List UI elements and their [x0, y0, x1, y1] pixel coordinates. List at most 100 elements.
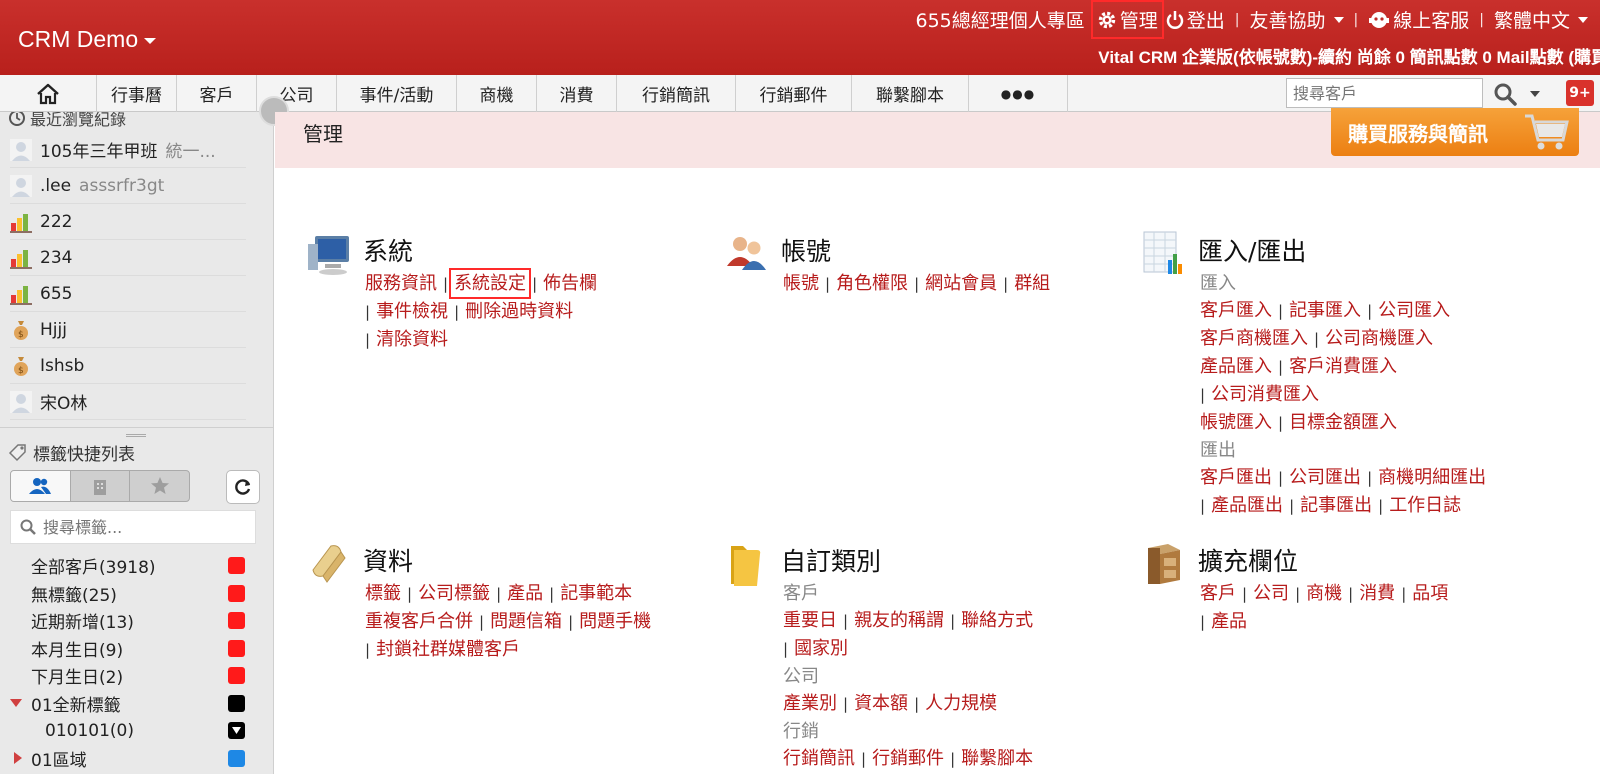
contact-scripts-link[interactable]: 聯繫腳本 [961, 748, 1033, 769]
admin-link[interactable]: 管理 [1090, 0, 1164, 39]
workforce-size-link[interactable]: 人力規模 [925, 693, 997, 714]
marketing-email-link[interactable]: 行銷郵件 [872, 748, 944, 769]
company-import-link[interactable]: 公司匯入 [1378, 300, 1450, 321]
website-members-link[interactable]: 網站會員 [925, 273, 997, 294]
plan-info[interactable]: Vital CRM 企業版(依帳號數)-續約 尚餘 0 簡訊點數 0 Mail點… [1098, 43, 1600, 68]
industries-link[interactable]: 產業別 [783, 693, 837, 714]
note-templates-link[interactable]: 記事範本 [560, 583, 632, 604]
groups-link[interactable]: 群組 [1014, 273, 1050, 294]
company-tags-link[interactable]: 公司標籤 [418, 583, 490, 604]
merge-duplicate-customers-link[interactable]: 重複客戶合併 [365, 611, 473, 632]
language-menu[interactable]: 繁體中文 [1494, 6, 1588, 33]
blocked-social-customers-link[interactable]: 封鎖社群媒體客戶 [376, 639, 520, 660]
tab-consumption[interactable]: 消費 [537, 75, 617, 112]
buy-services-button[interactable]: 購買服務與簡訊 [1331, 108, 1579, 156]
work-log-link[interactable]: 工作日誌 [1389, 495, 1461, 516]
friendly-help-menu[interactable]: 友善協助 [1250, 6, 1344, 33]
recent-item[interactable]: 234 [10, 240, 246, 276]
search-options-dropdown[interactable] [1530, 91, 1540, 97]
company-consumption-import-link[interactable]: 公司消費匯入 [1211, 384, 1319, 405]
product-fields-link[interactable]: 產品 [1211, 611, 1247, 632]
note-import-link[interactable]: 記事匯入 [1289, 300, 1361, 321]
tab-opportunities[interactable]: 商機 [457, 75, 537, 112]
tab-marketing-email[interactable]: 行銷郵件 [736, 75, 852, 112]
customer-opportunity-import-link[interactable]: 客戶商機匯入 [1200, 328, 1308, 349]
customer-consumption-import-link[interactable]: 客戶消費匯入 [1289, 356, 1397, 377]
company-opportunity-import-link[interactable]: 公司商機匯入 [1325, 328, 1433, 349]
tag-item[interactable]: 下月生日(2) [0, 662, 273, 690]
tag-search-input[interactable] [43, 517, 243, 537]
role-permissions-link[interactable]: 角色權限 [836, 273, 908, 294]
opportunity-detail-export-link[interactable]: 商機明細匯出 [1378, 467, 1486, 488]
tag-search-field[interactable] [10, 510, 256, 544]
tag-group-item[interactable]: 01全新標籤 [0, 690, 273, 718]
tab-customers[interactable]: 客戶 [177, 75, 257, 112]
favorite-filter-button[interactable] [130, 471, 189, 501]
logout-link[interactable]: 登出 [1166, 6, 1225, 33]
product-export-link[interactable]: 產品匯出 [1211, 495, 1283, 516]
opportunity-fields-link[interactable]: 商機 [1306, 583, 1342, 604]
important-dates-link[interactable]: 重要日 [783, 610, 837, 631]
recent-item[interactable]: $ Ishsb [10, 348, 246, 384]
item-fields-link[interactable]: 品項 [1412, 583, 1448, 604]
countries-link[interactable]: 國家別 [794, 638, 848, 659]
accounts-link[interactable]: 帳號 [783, 273, 819, 294]
recent-item[interactable]: 222 [10, 204, 246, 240]
collapsed-caret-icon[interactable] [14, 751, 22, 764]
company-export-link[interactable]: 公司匯出 [1289, 467, 1361, 488]
tab-contact-scripts[interactable]: 聯繫腳本 [852, 75, 969, 112]
bulletin-board-link[interactable]: 佈告欄 [543, 273, 597, 294]
problem-mobile-link[interactable]: 問題手機 [579, 611, 651, 632]
tag-group-item[interactable]: 01區域 [0, 745, 273, 773]
brand-menu[interactable]: CRM Demo [18, 26, 157, 53]
note-export-link[interactable]: 記事匯出 [1300, 495, 1372, 516]
marketing-sms-link[interactable]: 行銷簡訊 [783, 748, 855, 769]
people-filter-button[interactable] [11, 471, 71, 501]
recent-item[interactable]: $ Hjjj [10, 312, 246, 348]
resize-handle[interactable] [126, 434, 146, 437]
online-service-link[interactable]: 線上客服 [1368, 6, 1469, 33]
products-link[interactable]: 產品 [507, 583, 543, 604]
consumption-fields-link[interactable]: 消費 [1359, 583, 1395, 604]
service-info-link[interactable]: 服務資訊 [365, 273, 437, 294]
recent-item[interactable]: 宋O林 [10, 384, 246, 420]
event-view-link[interactable]: 事件檢視 [376, 301, 448, 322]
refresh-button[interactable] [226, 470, 260, 504]
tab-more[interactable]: ●●● [969, 75, 1068, 112]
tab-calendar[interactable]: 行事曆 [97, 75, 177, 112]
clear-data-link[interactable]: 清除資料 [376, 329, 448, 350]
problem-mailbox-link[interactable]: 問題信箱 [490, 611, 562, 632]
company-filter-button[interactable] [71, 471, 131, 501]
personal-area-link[interactable]: 655總經理個人專區 [916, 6, 1085, 33]
folder-icon [731, 546, 761, 586]
system-settings-link[interactable]: 系統設定 [449, 268, 532, 299]
recent-item[interactable]: 105年三年甲班 統一... [10, 132, 246, 168]
tag-item[interactable]: 無標籤(25) [0, 580, 273, 608]
recent-item[interactable]: 655 [10, 276, 246, 312]
product-import-link[interactable]: 產品匯入 [1200, 356, 1272, 377]
delete-outdated-data-link[interactable]: 刪除過時資料 [465, 301, 573, 322]
customer-export-link[interactable]: 客戶匯出 [1200, 467, 1272, 488]
tab-events[interactable]: 事件/活動 [337, 75, 457, 112]
customer-import-link[interactable]: 客戶匯入 [1200, 300, 1272, 321]
account-links: 帳號 | 角色權限 | 網站會員 | 群組 [783, 273, 1051, 294]
recent-item[interactable]: .lee asssrfr3gt [10, 168, 246, 204]
capital-link[interactable]: 資本額 [854, 693, 908, 714]
tab-marketing-sms[interactable]: 行銷簡訊 [617, 75, 736, 112]
expanded-caret-icon[interactable] [10, 698, 22, 707]
tags-link[interactable]: 標籤 [365, 583, 401, 604]
notification-badge[interactable]: 9+ [1566, 80, 1594, 106]
tag-item[interactable]: 本月生日(9) [0, 635, 273, 663]
tab-home[interactable] [0, 75, 97, 112]
tag-item[interactable]: 全部客戶(3918) [0, 552, 273, 580]
tag-item[interactable]: 近期新增(13) [0, 607, 273, 635]
customer-fields-link[interactable]: 客戶 [1200, 583, 1236, 604]
search-icon[interactable] [1492, 81, 1518, 107]
target-amount-import-link[interactable]: 目標金額匯入 [1289, 412, 1397, 433]
tag-item[interactable]: 010101(0) [0, 717, 273, 745]
customer-search-input[interactable] [1286, 78, 1483, 108]
account-import-link[interactable]: 帳號匯入 [1200, 412, 1272, 433]
relative-titles-link[interactable]: 親友的稱謂 [854, 610, 944, 631]
contact-methods-link[interactable]: 聯絡方式 [961, 610, 1033, 631]
company-fields-link[interactable]: 公司 [1253, 583, 1289, 604]
